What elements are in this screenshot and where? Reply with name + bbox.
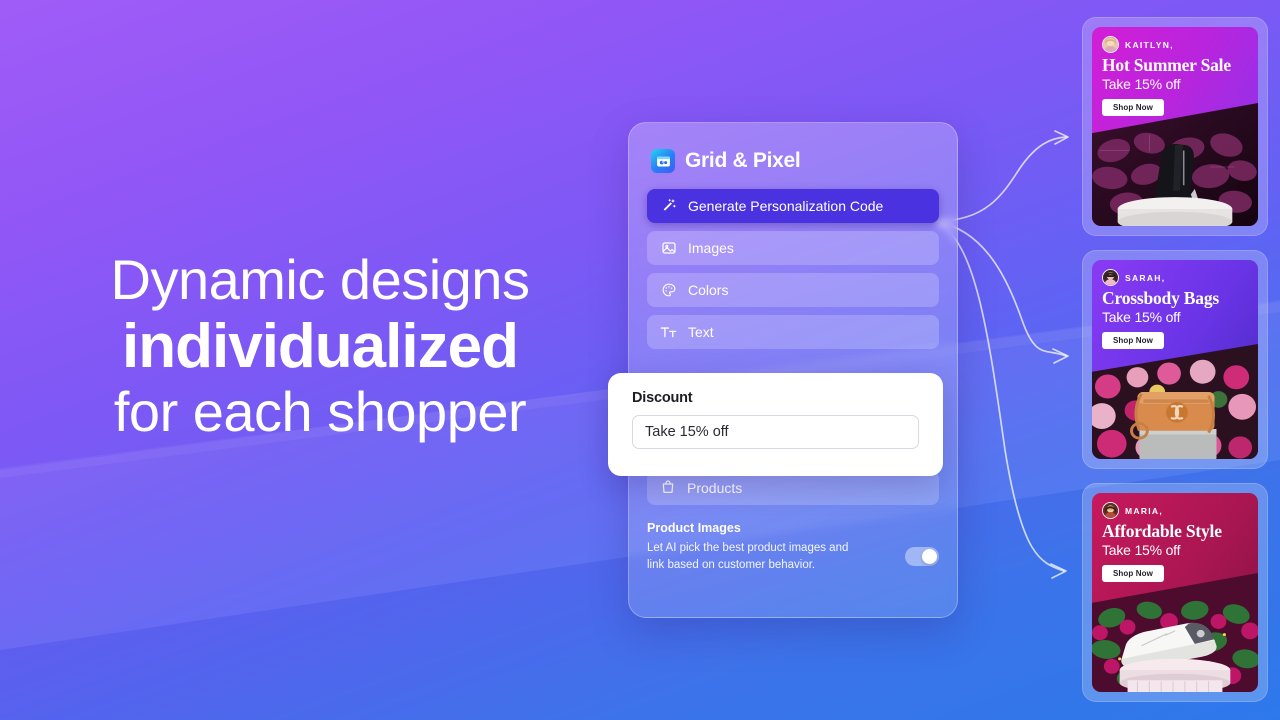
menu-item-products[interactable]: Products bbox=[647, 471, 939, 505]
grid-pixel-logo-icon bbox=[651, 149, 675, 173]
menu-item-text[interactable]: Text bbox=[647, 315, 939, 349]
panel-menu: Generate Personalization Code Images Col… bbox=[629, 173, 957, 349]
menu-item-label: Colors bbox=[688, 282, 729, 298]
ad-subhead: Take 15% off bbox=[1102, 542, 1181, 559]
ad-user: SARAH, bbox=[1102, 269, 1248, 286]
discount-label: Discount bbox=[632, 390, 693, 406]
app-panel: Grid & Pixel Generate Personalization Co… bbox=[628, 122, 958, 618]
product-images-title: Product Images bbox=[647, 521, 741, 535]
brand-name: Grid & Pixel bbox=[685, 149, 801, 172]
product-images-row: Let AI pick the best product images and … bbox=[647, 540, 939, 573]
ad-user: KAITLYN, bbox=[1102, 36, 1248, 53]
ad-copy: KAITLYN, Hot Summer Sale Take 15% off Sh… bbox=[1092, 27, 1258, 117]
menu-item-label: Text bbox=[688, 324, 714, 340]
ad-card-1[interactable]: KAITLYN, Hot Summer Sale Take 15% off Sh… bbox=[1082, 17, 1268, 236]
ad-card-3[interactable]: MARIA, Affordable Style Take 15% off Sho… bbox=[1082, 483, 1268, 702]
shopping-bag-icon bbox=[660, 479, 676, 498]
ad-copy: SARAH, Crossbody Bags Take 15% off Shop … bbox=[1092, 260, 1258, 350]
ad-creative: SARAH, Crossbody Bags Take 15% off Shop … bbox=[1092, 260, 1258, 459]
ad-user-name: SARAH, bbox=[1125, 272, 1166, 283]
ad-headline: Hot Summer Sale bbox=[1102, 55, 1231, 75]
ad-product-photo bbox=[1092, 102, 1258, 226]
menu-item-label: Images bbox=[688, 240, 734, 256]
ad-creative: KAITLYN, Hot Summer Sale Take 15% off Sh… bbox=[1092, 27, 1258, 226]
menu-item-images[interactable]: Images bbox=[647, 231, 939, 265]
shop-now-button[interactable]: Shop Now bbox=[1102, 99, 1164, 117]
menu-item-label: Generate Personalization Code bbox=[688, 198, 884, 214]
ad-headline: Affordable Style bbox=[1102, 521, 1222, 541]
headline: Dynamic designs individualized for each … bbox=[0, 252, 640, 440]
products-label: Products bbox=[687, 480, 743, 496]
magic-wand-icon bbox=[660, 198, 677, 215]
ad-card-2[interactable]: SARAH, Crossbody Bags Take 15% off Shop … bbox=[1082, 250, 1268, 469]
product-images-description: Let AI pick the best product images and … bbox=[647, 542, 849, 571]
avatar bbox=[1102, 502, 1119, 519]
menu-item-colors[interactable]: Colors bbox=[647, 273, 939, 307]
headline-line-3: for each shopper bbox=[113, 380, 527, 443]
product-images-section: Product Images Let AI pick the best prod… bbox=[647, 521, 939, 573]
discount-input[interactable]: Take 15% off bbox=[632, 415, 919, 449]
ad-user-name: KAITLYN, bbox=[1125, 39, 1174, 50]
text-format-icon bbox=[660, 324, 677, 341]
product-images-toggle[interactable] bbox=[905, 547, 939, 567]
avatar bbox=[1102, 36, 1119, 53]
discount-card: Discount Take 15% off bbox=[608, 373, 943, 476]
shop-now-button[interactable]: Shop Now bbox=[1102, 332, 1164, 350]
ad-subhead: Take 15% off bbox=[1102, 309, 1181, 326]
brand-header: Grid & Pixel bbox=[629, 123, 957, 173]
headline-line-2: individualized bbox=[122, 312, 519, 381]
image-icon bbox=[660, 240, 677, 257]
ad-product-photo bbox=[1092, 343, 1258, 459]
menu-item-generate-personalization-code[interactable]: Generate Personalization Code bbox=[647, 189, 939, 223]
shop-now-button[interactable]: Shop Now bbox=[1102, 565, 1164, 583]
avatar bbox=[1102, 269, 1119, 286]
ad-product-photo bbox=[1092, 572, 1258, 692]
ad-user: MARIA, bbox=[1102, 502, 1248, 519]
ad-copy: MARIA, Affordable Style Take 15% off Sho… bbox=[1092, 493, 1258, 583]
ad-subhead: Take 15% off bbox=[1102, 76, 1181, 93]
ad-creative: MARIA, Affordable Style Take 15% off Sho… bbox=[1092, 493, 1258, 692]
ad-user-name: MARIA, bbox=[1125, 505, 1164, 516]
palette-icon bbox=[660, 282, 677, 299]
ad-headline: Crossbody Bags bbox=[1102, 288, 1219, 308]
headline-line-1: Dynamic designs bbox=[110, 248, 530, 311]
